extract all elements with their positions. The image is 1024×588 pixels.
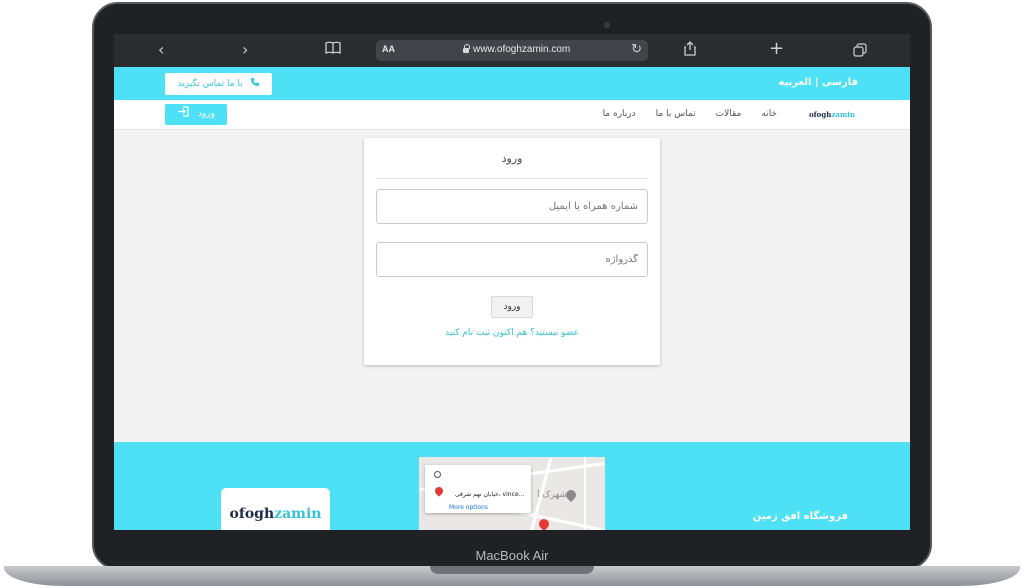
login-icon <box>177 106 195 119</box>
reader-aa-button[interactable]: AA <box>382 44 395 54</box>
username-input[interactable] <box>376 189 648 224</box>
nav-link-home[interactable]: خانه <box>761 109 777 119</box>
login-card: ورود ورود عضو نیستید؟ هم اکنون ثبت نام ک… <box>364 138 660 365</box>
login-title: ورود <box>501 152 523 165</box>
embedded-map[interactable]: خیابان نهم شرقی، vince... More options ش… <box>419 457 605 530</box>
site-logo[interactable]: ofoghzamin <box>809 110 855 119</box>
device-label: MacBook Air <box>475 548 549 563</box>
back-icon[interactable]: ‹ <box>158 40 164 60</box>
laptop-notch <box>430 566 594 574</box>
origin-icon <box>434 471 441 478</box>
laptop-mockup: MacBook Air ‹ › AA www.ofoghzamin.com ↻ … <box>0 0 1024 588</box>
login-submit-button[interactable]: ورود <box>491 296 533 318</box>
lock-icon <box>463 44 470 53</box>
nav-login-label: ورود <box>197 109 215 119</box>
browser-toolbar: ‹ › AA www.ofoghzamin.com ↻ + <box>114 34 910 67</box>
nav-login-button[interactable]: ورود <box>165 104 227 125</box>
pin-icon <box>433 485 445 497</box>
nav-links: خانه مقالات تماس با ما درباره ما <box>603 109 777 119</box>
language-switcher[interactable]: فارسی | العربیه <box>778 77 858 88</box>
nav-link-articles[interactable]: مقالات <box>716 109 742 119</box>
url-text[interactable]: www.ofoghzamin.com <box>473 44 570 55</box>
nav-link-contact[interactable]: تماس با ما <box>656 109 696 119</box>
map-more-options-link[interactable]: More options <box>449 504 488 511</box>
nav-link-about[interactable]: درباره ما <box>603 109 636 119</box>
site-topbar: با ما تماس بگیرید فارسی | العربیه <box>114 67 910 100</box>
reload-icon[interactable]: ↻ <box>631 41 642 57</box>
tabs-icon[interactable] <box>853 42 867 62</box>
forward-icon[interactable]: › <box>242 40 248 60</box>
site-footer: ofoghzamin خیابان نهم شرقی، vince... Mor… <box>114 442 910 530</box>
map-area-label: شهرک ا <box>537 490 568 500</box>
footer-logo[interactable]: ofoghzamin <box>221 488 330 530</box>
site-nav: ورود خانه مقالات تماس با ما درباره ما of… <box>114 100 910 130</box>
map-address: خیابان نهم شرقی، vince... <box>455 491 525 498</box>
new-tab-icon[interactable]: + <box>769 39 784 59</box>
share-icon[interactable] <box>684 41 696 61</box>
camera <box>604 22 610 28</box>
contact-us-button[interactable]: با ما تماس بگیرید <box>165 73 272 95</box>
map-info-popup: خیابان نهم شرقی، vince... More options <box>425 465 531 513</box>
divider <box>376 178 648 179</box>
footer-shop-name: فروشگاه افق زمین <box>752 511 848 522</box>
register-link[interactable]: عضو نیستید؟ هم اکنون ثبت نام کنید <box>364 328 660 338</box>
password-input[interactable] <box>376 242 648 277</box>
address-bar[interactable]: AA www.ofoghzamin.com ↻ <box>376 40 648 61</box>
phone-icon <box>243 78 260 89</box>
bookmarks-icon[interactable] <box>325 41 341 61</box>
contact-us-label: با ما تماس بگیرید <box>177 79 243 89</box>
browser-screen: ‹ › AA www.ofoghzamin.com ↻ + با ما تماس… <box>114 34 910 530</box>
